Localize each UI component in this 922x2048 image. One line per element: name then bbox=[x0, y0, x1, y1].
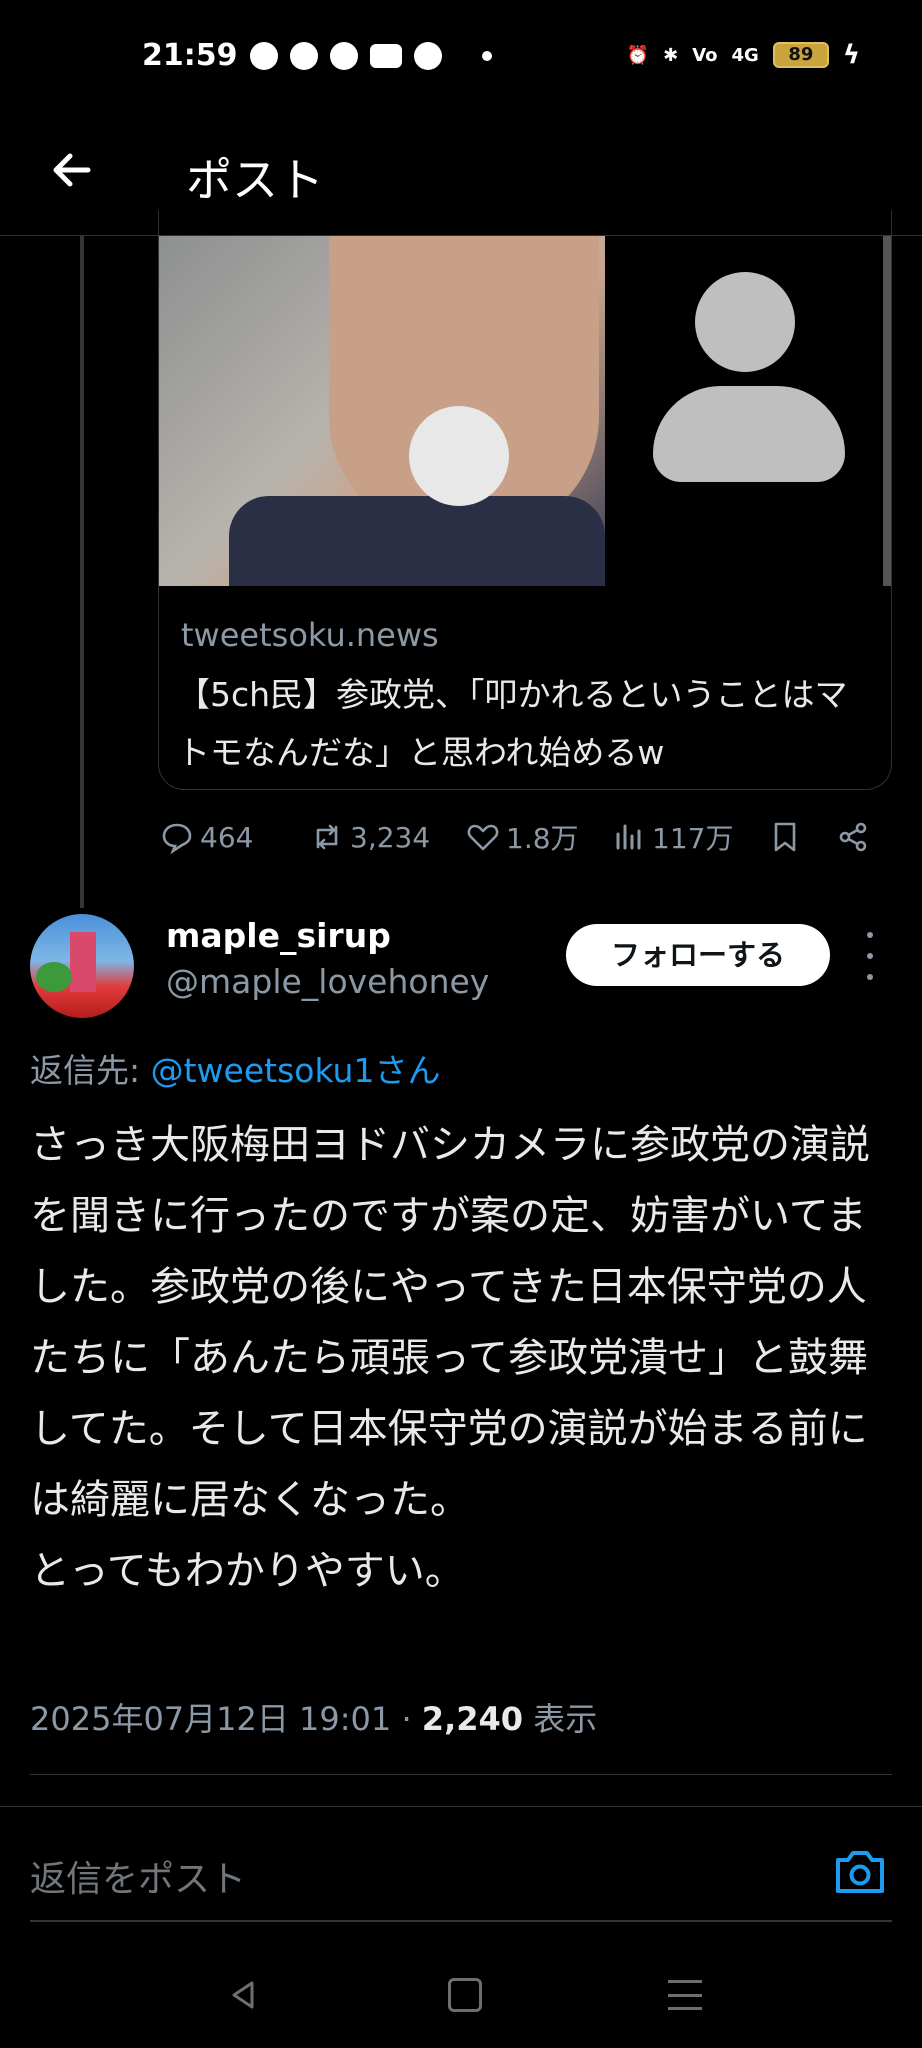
more-dot bbox=[867, 974, 873, 980]
like-count: 1.8万 bbox=[506, 822, 579, 855]
reply-input-underline bbox=[30, 1920, 892, 1922]
tweet-view-count: 2,240 bbox=[421, 1700, 524, 1738]
alarm-icon: ⏰ bbox=[626, 44, 650, 66]
view-count: 117万 bbox=[652, 822, 734, 855]
volte-icon: Vo bbox=[692, 44, 718, 66]
thread-connector-line bbox=[80, 236, 84, 908]
follow-button[interactable]: フォローする bbox=[566, 924, 830, 986]
tweet-actions: 464 3,234 1.8万 117万 bbox=[160, 812, 900, 862]
camera-button[interactable] bbox=[832, 1846, 888, 1898]
card-domain: tweetsoku.news bbox=[181, 616, 439, 654]
youtube-icon bbox=[370, 44, 402, 68]
views-button[interactable]: 117万 bbox=[612, 817, 733, 857]
reply-button[interactable]: 464 bbox=[160, 820, 253, 854]
status-bar: 21:59 ⏰ ✱ Vo 4G 89 ϟ bbox=[0, 0, 922, 118]
nav-home-icon[interactable] bbox=[448, 1978, 482, 2012]
placeholder-body bbox=[653, 386, 845, 482]
user-handle[interactable]: @maple_lovehoney bbox=[166, 962, 489, 1001]
like-button[interactable]: 1.8万 bbox=[466, 817, 579, 857]
microphone bbox=[409, 406, 509, 506]
card-thumbnail-image bbox=[159, 236, 605, 586]
divider bbox=[30, 1774, 892, 1775]
repost-button[interactable]: 3,234 bbox=[310, 820, 430, 854]
nav-recents-icon[interactable] bbox=[668, 1980, 702, 2010]
back-button[interactable] bbox=[44, 142, 100, 198]
threads-icon bbox=[290, 42, 318, 70]
share-button[interactable] bbox=[836, 820, 870, 854]
reply-count: 464 bbox=[200, 820, 254, 854]
more-dot bbox=[867, 953, 873, 959]
avatar[interactable] bbox=[30, 914, 134, 1018]
more-notifications-dot bbox=[482, 51, 492, 61]
tweet-view-label: 表示 bbox=[523, 1700, 598, 1738]
nav-back-icon[interactable] bbox=[226, 1978, 260, 2012]
repost-icon bbox=[316, 824, 338, 850]
analytics-bar-icon bbox=[616, 824, 641, 850]
repost-count: 3,234 bbox=[350, 820, 431, 854]
meta-separator: · bbox=[391, 1700, 422, 1738]
tweet-meta: 2025年07月12日 19:01 · 2,240 表示 bbox=[30, 1694, 597, 1740]
system-navigation-bar bbox=[0, 1940, 922, 2048]
charging-icon: ϟ bbox=[842, 40, 860, 70]
bluetooth-icon: ✱ bbox=[663, 44, 679, 66]
more-dot bbox=[867, 932, 873, 938]
heart-icon bbox=[467, 824, 499, 851]
reply-mention-link[interactable]: @tweetsoku1さん bbox=[151, 1051, 441, 1090]
tweet-text: さっき大阪梅田ヨドバシカメラに参政党の演説を聞きに行ったのですが案の定、妨害がい… bbox=[30, 1122, 870, 1594]
placeholder-head bbox=[695, 272, 795, 372]
battery-icon: 89 bbox=[772, 42, 829, 68]
card-placeholder-avatar bbox=[605, 236, 891, 586]
display-name[interactable]: maple_sirup bbox=[166, 916, 391, 955]
system-icons: ⏰ ✱ Vo 4G 89 ϟ bbox=[627, 40, 860, 70]
arrow-left-icon bbox=[53, 153, 91, 187]
signal-icon: 4G bbox=[731, 44, 759, 66]
weather-icon bbox=[414, 42, 442, 70]
menu-line bbox=[668, 2007, 702, 2010]
camera-icon bbox=[836, 1851, 884, 1893]
facebook-icon bbox=[250, 42, 278, 70]
avatar-tree bbox=[36, 962, 72, 992]
card-scrollbar bbox=[883, 236, 891, 586]
more-options-button[interactable] bbox=[858, 932, 882, 980]
menu-line bbox=[668, 1993, 702, 1997]
reply-input[interactable]: 返信をポスト bbox=[30, 1850, 246, 1902]
tweet-timestamp[interactable]: 2025年07月12日 19:01 bbox=[30, 1700, 391, 1738]
share-icon bbox=[839, 822, 867, 852]
card-title: 【5ch民】参政党、「叩かれるということはマトモなんだな」と思われ始めるw bbox=[177, 675, 848, 772]
page-title: ポスト bbox=[186, 153, 324, 207]
divider bbox=[0, 1806, 922, 1807]
messenger-icon bbox=[330, 42, 358, 70]
reply-to-line: 返信先: @tweetsoku1さん bbox=[30, 1044, 440, 1092]
notification-icons bbox=[250, 42, 492, 70]
bookmark-icon bbox=[774, 822, 796, 852]
link-preview-card[interactable]: tweetsoku.news 【5ch民】参政党、「叩かれるということはマトモな… bbox=[158, 210, 892, 790]
menu-line bbox=[668, 1980, 702, 1983]
avatar-building bbox=[70, 932, 96, 992]
status-time: 21:59 bbox=[142, 38, 238, 73]
comment-icon bbox=[162, 823, 192, 854]
bookmark-button[interactable] bbox=[768, 820, 802, 854]
reply-to-label: 返信先: bbox=[30, 1051, 151, 1090]
person-suit bbox=[229, 496, 605, 586]
